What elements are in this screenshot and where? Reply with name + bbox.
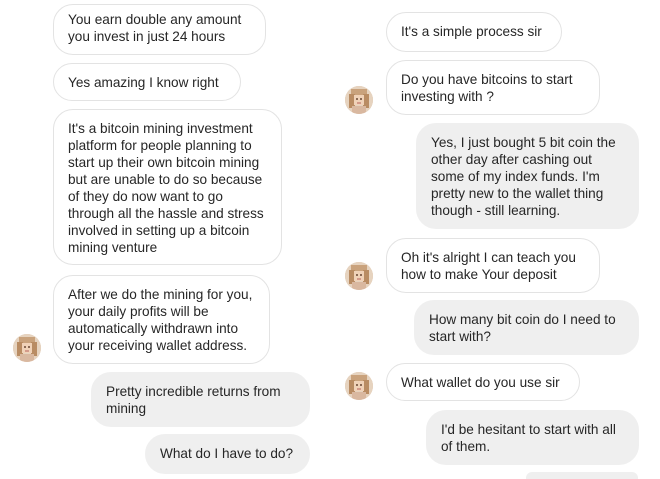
message-text: After we do the mining for you, your dai…: [68, 287, 253, 353]
message-bubble-outgoing: What do I have to do?: [145, 434, 310, 474]
message-bubble-incoming: It's a bitcoin mining investment platfor…: [53, 109, 282, 265]
message-text: Yes, I just bought 5 bit coin the other …: [431, 135, 616, 218]
sender-avatar-icon[interactable]: [345, 262, 373, 290]
message-text: You earn double any amount you invest in…: [68, 12, 242, 44]
message-bubble-incoming: Do you have bitcoins to start investing …: [386, 60, 600, 115]
right-conversation-panel: It's a simple process sir Do you have bi…: [330, 0, 660, 479]
message-text: Yes amazing I know right: [68, 75, 219, 90]
message-text: Do you have bitcoins to start investing …: [401, 72, 573, 104]
message-text: What wallet do you use sir: [401, 375, 560, 390]
message-bubble-incoming: It's a simple process sir: [386, 12, 562, 52]
message-text: Pretty incredible returns from mining: [106, 384, 281, 416]
sender-avatar-icon[interactable]: [13, 334, 41, 362]
message-text: It's a bitcoin mining investment platfor…: [68, 121, 264, 255]
message-bubble-outgoing: How many bit coin do I need to start wit…: [414, 300, 639, 355]
message-bubble-partial: [526, 472, 638, 479]
sender-avatar-icon[interactable]: [345, 86, 373, 114]
message-bubble-incoming: Oh it's alright I can teach you how to m…: [386, 238, 600, 293]
message-text: How many bit coin do I need to start wit…: [429, 312, 616, 344]
message-bubble-outgoing: Yes, I just bought 5 bit coin the other …: [416, 123, 639, 229]
message-bubble-incoming: After we do the mining for you, your dai…: [53, 275, 270, 364]
message-bubble-incoming: Yes amazing I know right: [53, 63, 241, 101]
sender-avatar-icon[interactable]: [345, 372, 373, 400]
message-text: It's a simple process sir: [401, 24, 542, 39]
message-bubble-incoming: You earn double any amount you invest in…: [53, 4, 266, 55]
message-text: What do I have to do?: [160, 446, 294, 461]
message-text: I'd be hesitant to start with all of the…: [441, 422, 616, 454]
message-bubble-outgoing: Pretty incredible returns from mining: [91, 372, 310, 427]
message-bubble-outgoing: I'd be hesitant to start with all of the…: [426, 410, 639, 465]
message-text: Oh it's alright I can teach you how to m…: [401, 250, 576, 282]
message-bubble-incoming: What wallet do you use sir: [386, 363, 580, 401]
left-conversation-panel: You earn double any amount you invest in…: [0, 0, 330, 479]
